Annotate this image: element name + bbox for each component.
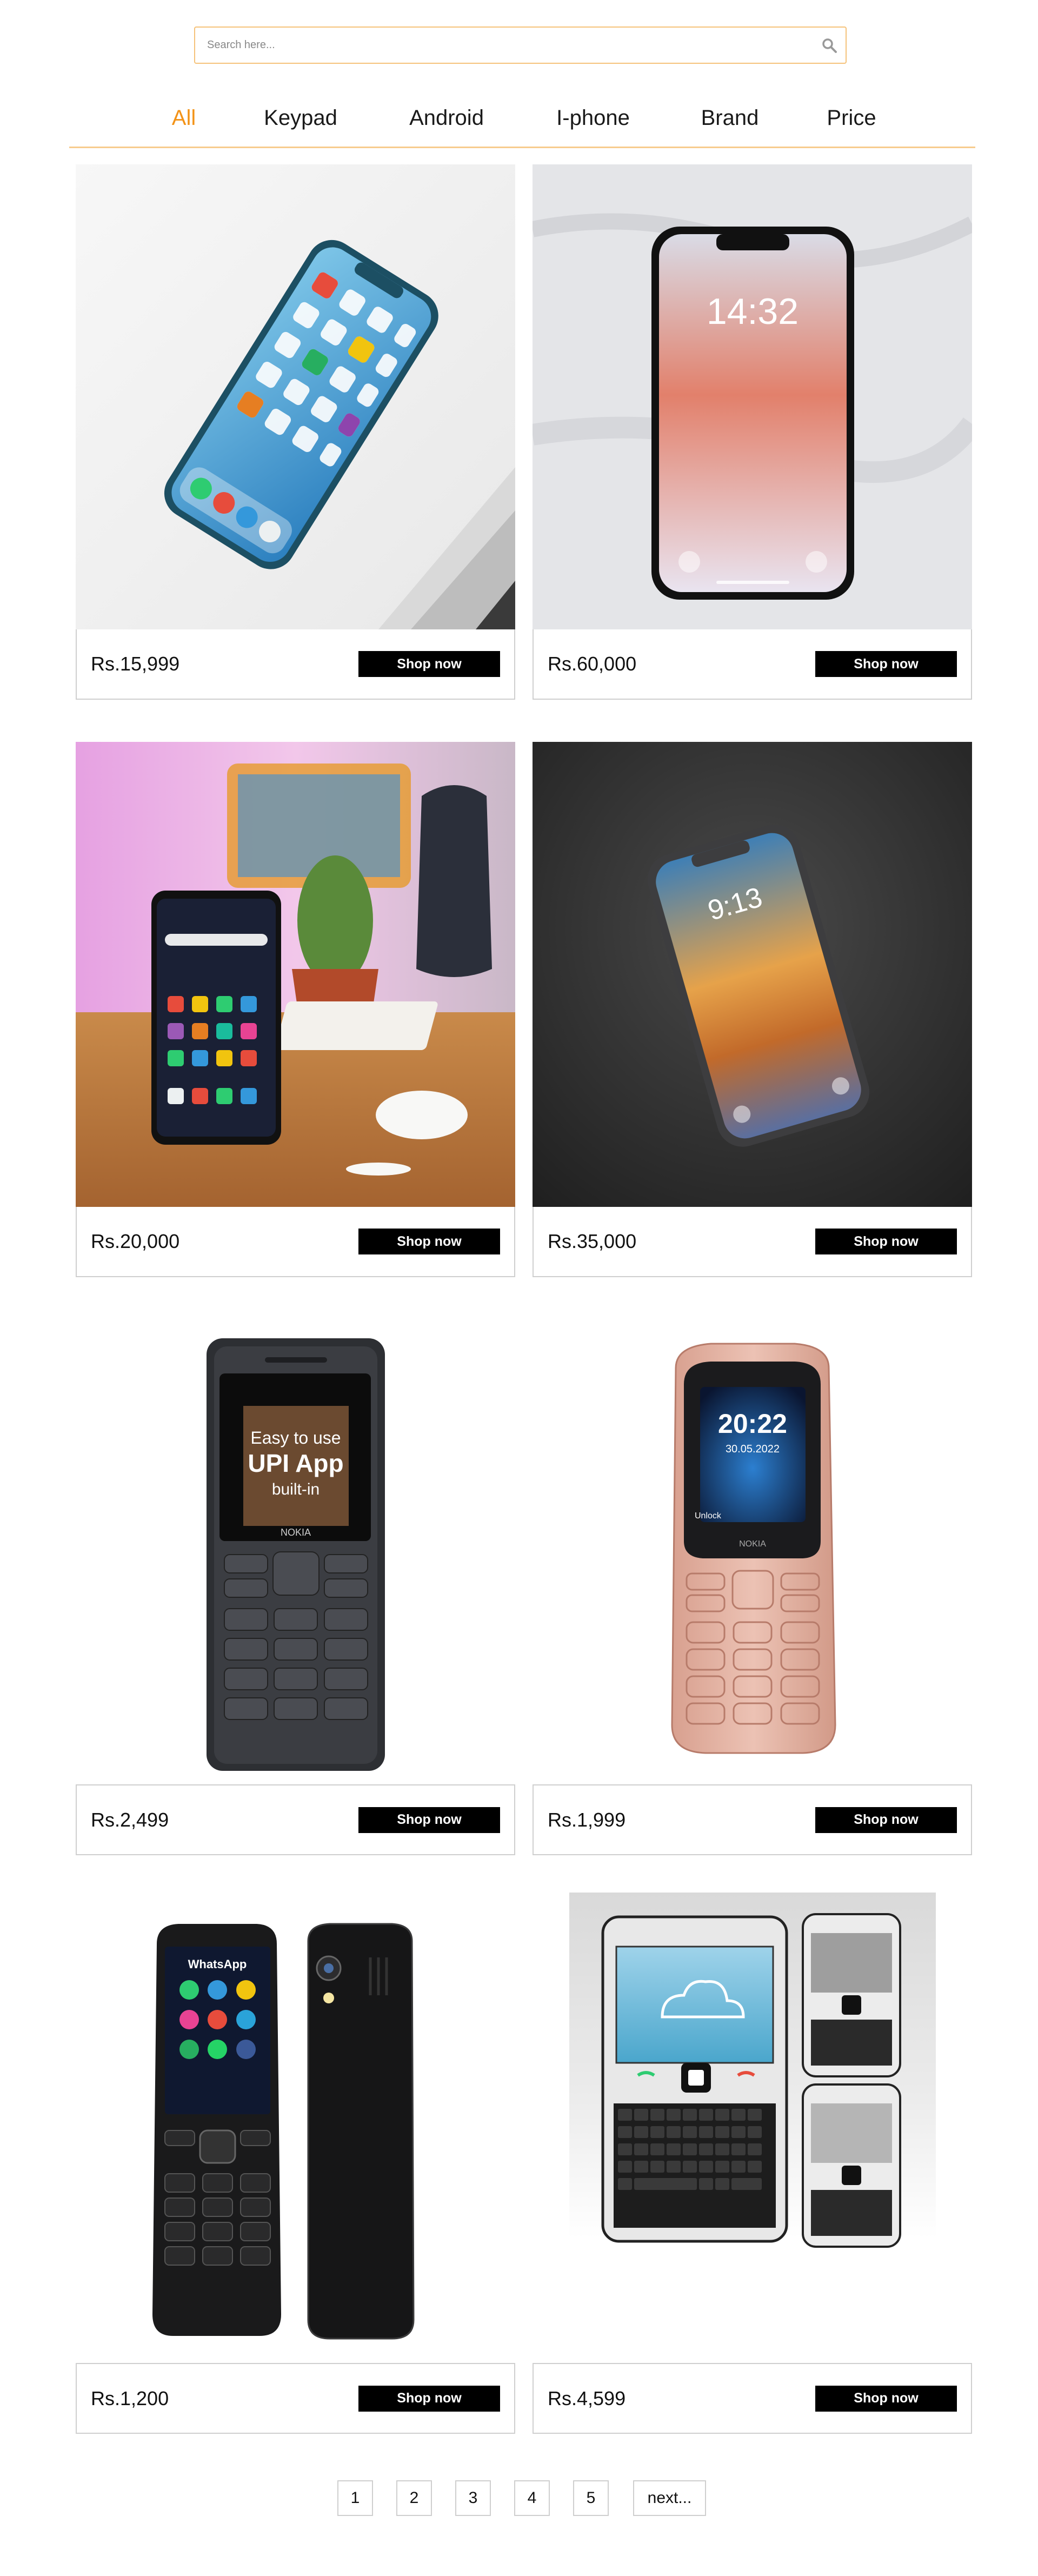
product-card: Easy to use UPI App built-in NOKIA Rs.2,… (76, 1314, 515, 1855)
product-card: Rs.4,599 Shop now (533, 1893, 972, 2434)
product-price: Rs.35,000 (548, 1230, 637, 1252)
shop-now-button[interactable]: Shop now (815, 1807, 957, 1833)
nav-item-android[interactable]: Android (409, 102, 484, 134)
product-price: Rs.4,599 (548, 2387, 626, 2409)
page-button-2[interactable]: 2 (396, 2480, 432, 2516)
product-price: Rs.15,999 (91, 653, 180, 675)
product-card: 9:13 Rs.35,000 Shop now (533, 742, 972, 1283)
product-card: 14:32 Rs.60,000 Shop now (533, 164, 972, 705)
page-button-1[interactable]: 1 (337, 2480, 373, 2516)
product-image[interactable]: WhatsApp (76, 1893, 515, 2358)
screen-unlock: Unlock (695, 1511, 722, 1521)
product-info: Rs.2,499 Shop now (76, 1784, 515, 1855)
product-price: Rs.2,499 (91, 1808, 169, 1831)
nav-item-price[interactable]: Price (827, 102, 876, 134)
page-button-5[interactable]: 5 (573, 2480, 609, 2516)
screen-text-line3: built-in (272, 1480, 320, 1498)
shop-now-button[interactable]: Shop now (358, 651, 500, 677)
nav-divider (69, 147, 975, 148)
shop-now-button[interactable]: Shop now (358, 1807, 500, 1833)
screen-time: 20:22 (718, 1409, 787, 1439)
nav-item-iphone[interactable]: I-phone (556, 102, 630, 134)
product-image[interactable] (533, 1893, 972, 2358)
product-image[interactable] (76, 164, 515, 629)
screen-text-line1: Easy to use (250, 1428, 341, 1448)
product-info: Rs.1,999 Shop now (533, 1784, 972, 1855)
search-bar (194, 26, 847, 64)
product-card: WhatsApp Rs.1,200 Shop now (76, 1893, 515, 2434)
shop-now-button[interactable]: Shop now (815, 2385, 957, 2412)
screen-date: 30.05.2022 (726, 1443, 780, 1455)
product-image[interactable]: 20:22 30.05.2022 Unlock NOKIA (533, 1314, 972, 1779)
product-price: Rs.1,999 (548, 1808, 626, 1831)
product-image[interactable]: Easy to use UPI App built-in NOKIA (76, 1314, 515, 1779)
product-price: Rs.1,200 (91, 2387, 169, 2409)
product-card: Rs.20,000 Shop now (76, 742, 515, 1283)
product-price: Rs.20,000 (91, 1230, 180, 1252)
screen-app-label: WhatsApp (188, 1957, 247, 1971)
product-info: Rs.1,200 Shop now (76, 2363, 515, 2434)
product-info: Rs.20,000 Shop now (76, 1207, 515, 1277)
screen-text-line2: UPI App (248, 1449, 343, 1477)
search-icon[interactable] (813, 29, 846, 62)
product-card: Rs.15,999 Shop now (76, 164, 515, 705)
shop-now-button[interactable]: Shop now (358, 2385, 500, 2412)
product-info: Rs.35,000 Shop now (533, 1207, 972, 1277)
product-price: Rs.60,000 (548, 653, 637, 675)
shop-now-button[interactable]: Shop now (358, 1229, 500, 1254)
shop-now-button[interactable]: Shop now (815, 651, 957, 677)
nav-item-brand[interactable]: Brand (701, 102, 759, 134)
product-info: Rs.60,000 Shop now (533, 629, 972, 700)
product-image[interactable]: 9:13 (533, 742, 972, 1207)
shop-now-button[interactable]: Shop now (815, 1229, 957, 1254)
svg-text:14:32: 14:32 (707, 291, 799, 332)
category-nav: All Keypad Android I-phone Brand Price (0, 102, 1038, 134)
product-card: 20:22 30.05.2022 Unlock NOKIA Rs.1,999 S… (533, 1314, 972, 1855)
nav-item-all[interactable]: All (172, 102, 196, 134)
next-page-button[interactable]: next... (633, 2480, 706, 2516)
page-button-4[interactable]: 4 (514, 2480, 550, 2516)
page-button-3[interactable]: 3 (455, 2480, 491, 2516)
product-image[interactable] (76, 742, 515, 1207)
pagination: 1 2 3 4 5 next... (0, 2480, 1038, 2516)
product-info: Rs.15,999 Shop now (76, 629, 515, 700)
product-image[interactable]: 14:32 (533, 164, 972, 629)
product-info: Rs.4,599 Shop now (533, 2363, 972, 2434)
brand-logo-text: NOKIA (739, 1539, 766, 1549)
nav-item-keypad[interactable]: Keypad (264, 102, 337, 134)
brand-logo-text: NOKIA (281, 1527, 311, 1538)
search-input[interactable] (195, 28, 813, 63)
